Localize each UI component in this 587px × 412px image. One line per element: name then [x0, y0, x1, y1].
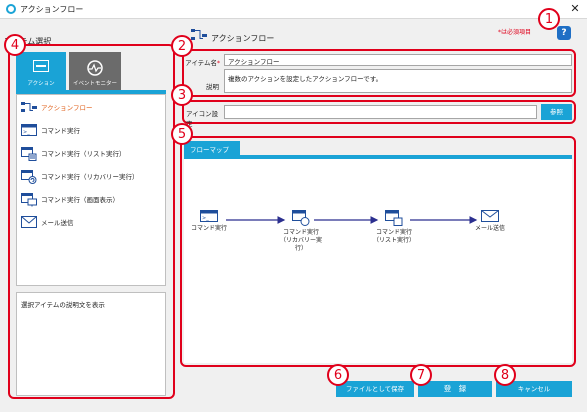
tab-event-monitor[interactable]: イベントモニター [69, 52, 121, 90]
annotation-badge: 5 [171, 123, 193, 145]
tab-flow-map-label: フローマップ [190, 146, 229, 154]
list-item-label: コマンド実行（リカバリー実行） [41, 173, 139, 181]
tab-action-label: アクション [27, 81, 55, 87]
app-icon [6, 4, 16, 14]
item-description-text: 選択アイテムの説明文を表示 [21, 301, 105, 309]
close-icon[interactable]: ✕ [568, 2, 582, 16]
help-icon[interactable]: ? [557, 26, 571, 40]
annotation-badge: 6 [327, 364, 349, 386]
svg-text:>_: >_ [202, 216, 209, 222]
item-name-label: アイテム名 [185, 59, 217, 67]
list-item-label: メール送信 [41, 219, 74, 227]
flow-node-label: コマンド実行 [191, 225, 228, 232]
item-description-panel: 選択アイテムの説明文を表示 [16, 292, 166, 396]
svg-text:>_: >_ [23, 130, 30, 136]
title-bar [0, 0, 587, 19]
icon-setting-field[interactable] [224, 105, 537, 119]
list-item-command-list[interactable]: コマンド実行（リスト実行） [21, 145, 126, 161]
required-mark: * [217, 60, 220, 67]
annotation-badge: 8 [494, 364, 516, 386]
action-flow-icon [21, 101, 37, 113]
command-icon: >_ [21, 124, 37, 136]
item-list: アクションフロー >_ コマンド実行 コマンド実行（リスト実行） コマンド実行（… [16, 94, 166, 286]
flow-node-command-recovery[interactable]: コマンド実行（リカバリー実行） [276, 210, 326, 253]
command-list-icon [385, 210, 403, 226]
command-icon: >_ [200, 210, 218, 222]
command-list-icon [21, 147, 37, 161]
list-item-label: コマンド実行（リスト実行） [41, 150, 126, 158]
description-field[interactable]: 複数のアクションを設定したアクションフローです。 [224, 69, 572, 93]
required-note: *は必須項目 [498, 29, 532, 36]
window-title: アクションフロー [20, 5, 84, 14]
action-flow-icon [191, 29, 207, 40]
flow-node-command-list[interactable]: コマンド実行（リスト実行） [369, 210, 419, 245]
tab-event-monitor-label: イベントモニター [72, 81, 117, 87]
list-item-mail[interactable]: メール送信 [21, 214, 74, 230]
register-button[interactable]: 登 録 [418, 381, 492, 397]
annotation-badge: 1 [538, 8, 560, 30]
mail-icon [21, 216, 37, 228]
list-item-command[interactable]: >_ コマンド実行 [21, 122, 80, 138]
list-item-label: アクションフロー [41, 104, 93, 112]
command-display-icon [21, 193, 37, 207]
list-item-action-flow[interactable]: アクションフロー [21, 99, 92, 115]
annotation-badge: 2 [171, 35, 193, 57]
tab-flow-map[interactable]: フローマップ [184, 141, 240, 155]
flow-node-label: コマンド実行（リカバリー実行） [279, 229, 322, 252]
page-title: アクションフロー [211, 34, 275, 43]
tab-action[interactable]: アクション [16, 52, 66, 90]
save-as-file-button[interactable]: ファイルとして保存 [336, 381, 414, 397]
list-item-label: コマンド実行 [41, 127, 80, 135]
icon-setting-label: アイコン設定 [186, 110, 219, 128]
action-icon [33, 60, 49, 72]
annotation-badge: 3 [171, 84, 193, 106]
item-name-label-wrap: アイテム名* [184, 57, 220, 67]
monitor-icon [87, 60, 103, 76]
mail-icon [481, 210, 499, 222]
flow-node-command[interactable]: >_ コマンド実行 [191, 210, 227, 233]
flow-node-label: コマンド実行（リスト実行） [372, 229, 415, 244]
command-recovery-icon [21, 170, 37, 184]
flow-node-label: メール送信 [474, 225, 505, 232]
annotation-badge: 7 [410, 364, 432, 386]
annotation-badge: 4 [4, 34, 26, 56]
browse-button[interactable]: 参照 [541, 104, 572, 120]
list-item-command-display[interactable]: コマンド実行（画面表示） [21, 191, 119, 207]
flow-node-mail[interactable]: メール送信 [472, 210, 508, 233]
list-item-label: コマンド実行（画面表示） [41, 196, 119, 204]
command-recovery-icon [292, 210, 310, 226]
list-item-command-recovery[interactable]: コマンド実行（リカバリー実行） [21, 168, 139, 184]
item-name-field[interactable]: アクションフロー [224, 54, 572, 66]
flow-arrows [226, 216, 478, 224]
